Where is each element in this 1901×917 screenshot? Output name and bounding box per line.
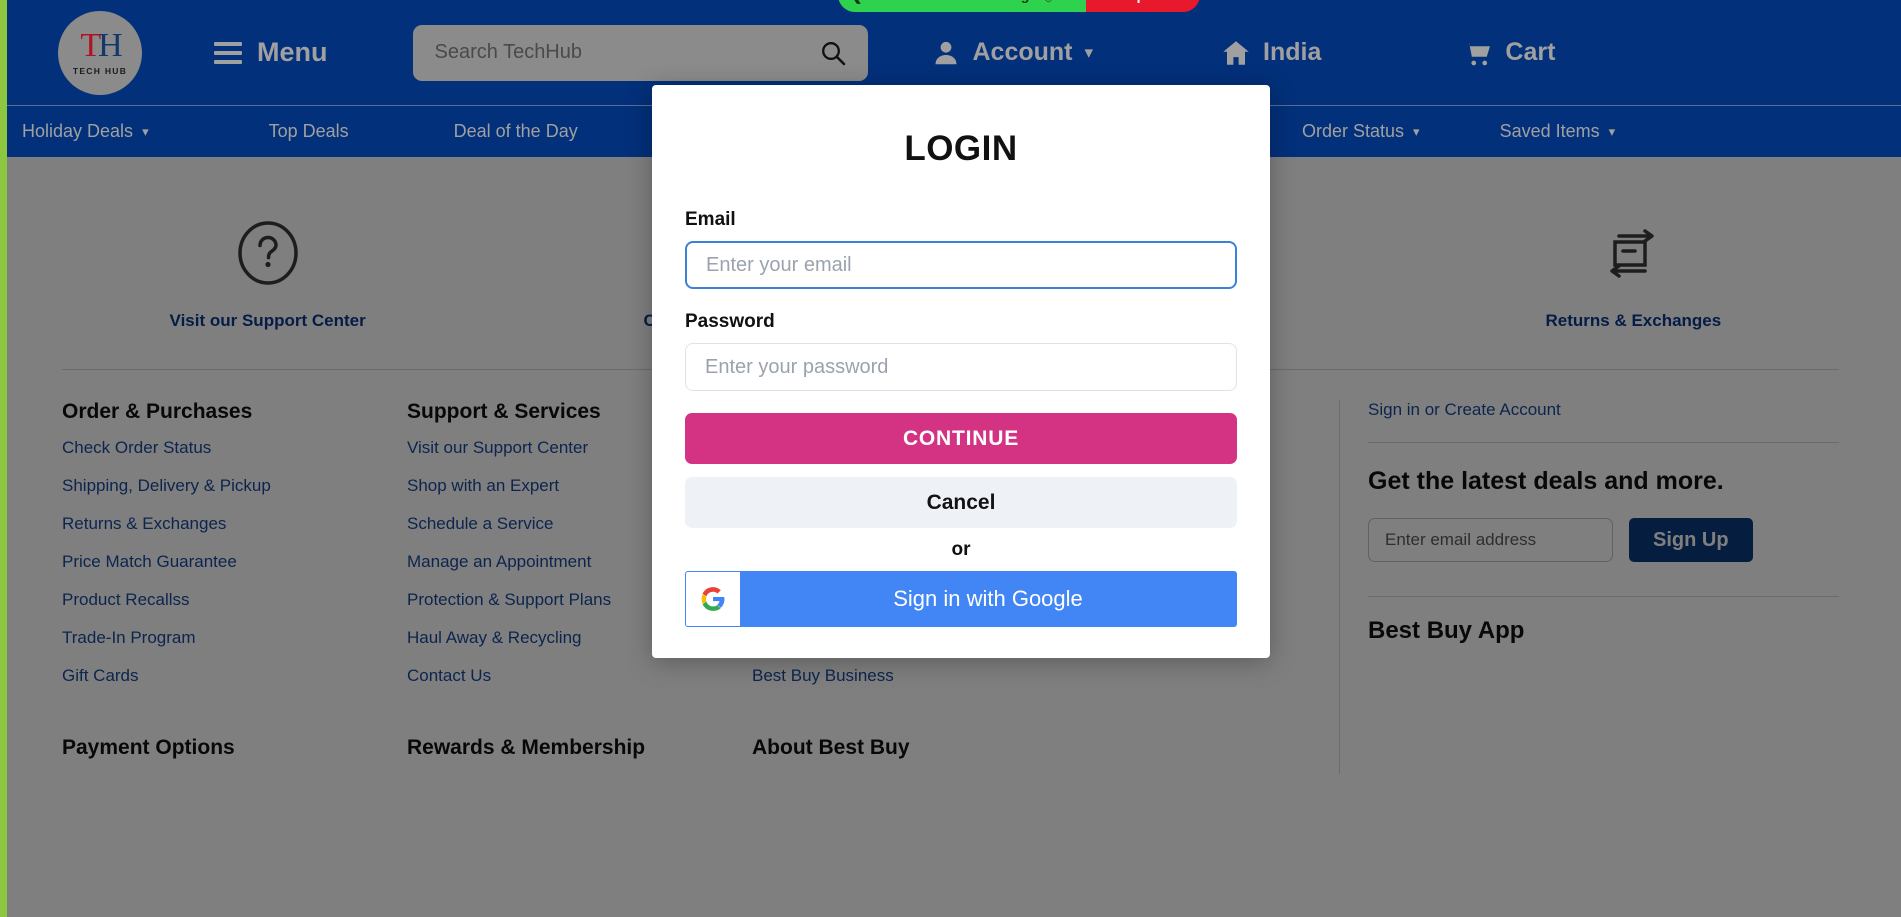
chevron-left-icon[interactable]: ❮	[850, 0, 863, 4]
password-field[interactable]: Enter your password	[685, 343, 1237, 391]
subnav-label: Saved Items	[1499, 121, 1600, 141]
user-icon	[935, 41, 956, 64]
screen-share-message-area: ❮ You are Screen Sharing 🛡	[838, 0, 1087, 12]
account-label: Account	[972, 38, 1073, 66]
subnav-label: Holiday Deals	[22, 121, 134, 141]
logo-subtitle: TECH HUB	[72, 66, 128, 76]
screen-share-banner: ❮ You are Screen Sharing 🛡 Stop Share	[838, 0, 1200, 12]
continue-button[interactable]: CONTINUE	[685, 413, 1237, 464]
subnav-item-top-deals[interactable]: Top Deals	[269, 121, 349, 142]
logo-monogram: TH	[80, 27, 123, 64]
menu-button[interactable]: Menu	[214, 37, 328, 68]
logo-letter-h: H	[98, 27, 123, 64]
screen-share-edge-indicator	[0, 0, 7, 917]
subnav-label: Order Status	[1302, 121, 1405, 141]
stop-share-label: Stop Share	[1114, 0, 1188, 3]
chevron-down-icon: ▾	[1084, 42, 1094, 62]
cart-icon	[1465, 40, 1491, 65]
subnav-item-deal-of-the-day[interactable]: Deal of the Day	[454, 121, 578, 142]
search-icon[interactable]	[820, 40, 846, 66]
menu-label: Menu	[257, 37, 328, 67]
email-placeholder: Enter your email	[706, 253, 852, 276]
or-separator-label: or	[951, 539, 971, 560]
app-root: Visit our Support Center Check Order Sta…	[0, 0, 1901, 917]
logo-letter-t: T	[80, 27, 101, 64]
search-input[interactable]: Search TechHub	[412, 24, 868, 81]
techhub-logo[interactable]: TH TECH HUB	[58, 10, 142, 95]
subnav-label: Deal of the Day	[453, 121, 578, 141]
search-placeholder: Search TechHub	[434, 41, 583, 63]
google-g-icon	[686, 572, 740, 626]
subnav-item-saved-items[interactable]: Saved Items ▾	[1500, 121, 1616, 142]
password-label: Password	[685, 311, 775, 332]
email-field[interactable]: Enter your email	[685, 241, 1237, 289]
cart-button[interactable]: Cart	[1463, 38, 1555, 68]
home-icon	[1223, 40, 1249, 65]
location-selector[interactable]: India	[1221, 38, 1321, 68]
cancel-button[interactable]: Cancel	[685, 477, 1237, 528]
subnav-label: Top Deals	[268, 121, 349, 141]
sign-in-with-google-button[interactable]: Sign in with Google	[685, 571, 1237, 627]
shield-check-icon: 🛡	[1039, 0, 1057, 4]
location-label: India	[1263, 38, 1322, 66]
login-title: LOGIN	[904, 129, 1018, 168]
subnav-item-order-status[interactable]: Order Status ▾	[1302, 121, 1420, 142]
screen-share-message: You are Screen Sharing	[873, 0, 1030, 3]
chevron-down-icon: ▾	[142, 123, 149, 139]
stop-share-button[interactable]: Stop Share	[1086, 0, 1200, 12]
chevron-down-icon: ▾	[1413, 123, 1420, 139]
email-label: Email	[685, 209, 736, 230]
cart-label: Cart	[1505, 38, 1556, 66]
account-menu[interactable]: Account ▾	[931, 38, 1094, 68]
google-button-label: Sign in with Google	[893, 586, 1083, 611]
hamburger-icon	[214, 41, 242, 64]
login-modal: LOGIN Email Enter your email Password En…	[652, 85, 1270, 658]
password-placeholder: Enter your password	[705, 355, 889, 378]
chevron-down-icon: ▾	[1608, 123, 1616, 139]
subnav-item-holiday-deals[interactable]: Holiday Deals ▾	[22, 121, 149, 142]
